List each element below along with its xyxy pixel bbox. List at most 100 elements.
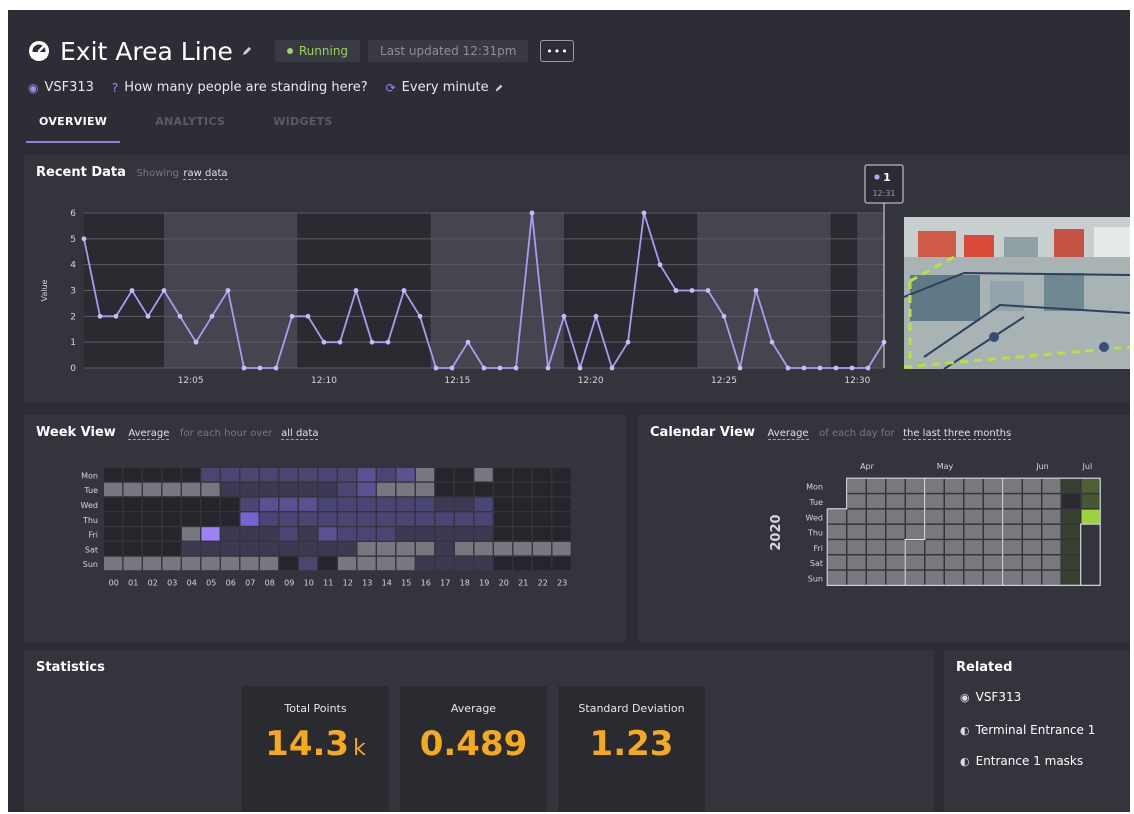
heatmap-cell bbox=[552, 512, 571, 526]
hour-label: 16 bbox=[421, 579, 431, 588]
calendar-day-cell bbox=[867, 479, 885, 493]
heatmap-cell bbox=[279, 556, 298, 571]
dashboard: Exit Area Line Running Last updated 12:3… bbox=[8, 10, 1130, 812]
calendar-day-cell bbox=[906, 509, 924, 524]
data-point bbox=[481, 365, 487, 371]
tab-analytics[interactable]: ANALYTICS bbox=[142, 110, 238, 143]
tooltip-time: 12:31 bbox=[872, 189, 895, 198]
heatmap-cell bbox=[143, 512, 162, 526]
heatmap-cell bbox=[299, 482, 318, 497]
total-points-unit: k bbox=[353, 736, 366, 761]
weekday-label: Sun bbox=[808, 574, 823, 583]
calendar-day-cell bbox=[867, 509, 885, 524]
frequency-link[interactable]: ⟳ Every minute bbox=[386, 80, 504, 95]
hour-label: 17 bbox=[440, 579, 450, 588]
heatmap-cell bbox=[338, 556, 357, 571]
heatmap-cell bbox=[494, 527, 513, 541]
heatmap-cell bbox=[455, 512, 474, 526]
edit-frequency-pencil-icon[interactable] bbox=[494, 83, 504, 93]
calendar-day-cell bbox=[1003, 494, 1022, 509]
sensor-link[interactable]: ◉ VSF313 bbox=[28, 80, 94, 95]
tab-widgets[interactable]: WIDGETS bbox=[260, 110, 345, 143]
calendar-day-cell bbox=[1042, 479, 1061, 493]
weekday-label: Tue bbox=[83, 486, 98, 495]
heatmap-cell bbox=[377, 482, 396, 497]
heatmap-cell bbox=[123, 497, 142, 511]
heatmap-cell bbox=[318, 512, 337, 526]
hour-label: 22 bbox=[538, 579, 548, 588]
heatmap-cell bbox=[182, 468, 201, 482]
heatmap-cell bbox=[260, 527, 279, 541]
calendar-day-cell bbox=[925, 570, 944, 585]
calendar-day-cell bbox=[1042, 524, 1061, 539]
heatmap-cell bbox=[552, 542, 571, 556]
calendar-day-cell bbox=[945, 524, 963, 539]
data-point bbox=[865, 365, 871, 371]
calendar-day-cell bbox=[925, 494, 944, 509]
y-axis-label: Value bbox=[40, 279, 49, 301]
heatmap-cell bbox=[513, 482, 532, 497]
heatmap-cell bbox=[357, 482, 376, 497]
heatmap-cell bbox=[494, 497, 513, 511]
heatmap-cell bbox=[513, 468, 532, 482]
statistics-title: Statistics bbox=[36, 660, 105, 675]
heatmap-cell bbox=[260, 468, 279, 482]
related-item-terminal-entrance[interactable]: ◐ Terminal Entrance 1 bbox=[960, 723, 1095, 737]
heatmap-cell bbox=[533, 468, 552, 482]
total-points-number: 14.3 bbox=[265, 724, 350, 764]
heatmap-cell bbox=[318, 468, 337, 482]
heatmap-cell bbox=[201, 497, 220, 511]
edit-title-pencil-icon[interactable] bbox=[241, 45, 253, 57]
calendar-day-cell bbox=[847, 524, 866, 539]
hour-label: 02 bbox=[148, 579, 158, 588]
calendar-day-cell bbox=[925, 540, 944, 554]
tab-overview[interactable]: OVERVIEW bbox=[26, 110, 121, 143]
hour-label: 12 bbox=[343, 579, 353, 588]
calendar-day-cell bbox=[906, 555, 924, 570]
heatmap-cell bbox=[143, 556, 162, 571]
question-link[interactable]: ? How many people are standing here? bbox=[112, 80, 368, 95]
hour-label: 06 bbox=[226, 579, 236, 588]
y-tick-label: 2 bbox=[70, 312, 76, 322]
weekday-label: Fri bbox=[88, 531, 98, 540]
calendar-day-cell bbox=[906, 479, 924, 493]
heatmap-cell bbox=[455, 556, 474, 571]
heatmap-cell bbox=[377, 512, 396, 526]
data-point bbox=[513, 365, 519, 371]
heatmap-cell bbox=[416, 512, 435, 526]
hour-label: 01 bbox=[128, 579, 138, 588]
hour-label: 10 bbox=[304, 579, 314, 588]
heatmap-cell bbox=[435, 542, 454, 556]
heatmap-cell bbox=[338, 482, 357, 497]
heatmap-cell bbox=[552, 497, 571, 511]
heatmap-cell bbox=[552, 527, 571, 541]
calendar-day-cell bbox=[1062, 479, 1080, 493]
camera-snapshot[interactable] bbox=[904, 217, 1130, 369]
heatmap-cell bbox=[318, 482, 337, 497]
gauge-icon: ◐ bbox=[960, 723, 970, 737]
sensor-icon: ◉ bbox=[28, 80, 39, 95]
hour-label: 11 bbox=[323, 579, 333, 588]
calendar-day-cell bbox=[1023, 555, 1041, 570]
hour-label: 03 bbox=[167, 579, 177, 588]
heatmap-cell bbox=[123, 482, 142, 497]
heatmap-cell bbox=[357, 556, 376, 571]
related-item-vsf313[interactable]: ◉ VSF313 bbox=[960, 690, 1021, 704]
heatmap-cell bbox=[396, 512, 415, 526]
related-item-entrance-masks[interactable]: ◐ Entrance 1 masks bbox=[960, 754, 1083, 768]
related-panel: Related ◉ VSF313 ◐ Terminal Entrance 1 ◐… bbox=[944, 650, 1130, 812]
camera-image bbox=[904, 217, 1130, 369]
heatmap-cell bbox=[240, 527, 259, 541]
weekday-label: Mon bbox=[806, 483, 823, 492]
more-options-button[interactable]: ••• bbox=[540, 40, 575, 62]
data-point bbox=[497, 365, 503, 371]
tooltip-dot bbox=[874, 174, 880, 180]
heatmap-cell bbox=[533, 497, 552, 511]
calendar-day-cell bbox=[964, 555, 983, 570]
heatmap-cell bbox=[201, 556, 220, 571]
calendar-view-panel: Calendar View Average of each day for th… bbox=[638, 415, 1130, 642]
data-point bbox=[289, 313, 295, 319]
heatmap-cell bbox=[182, 527, 201, 541]
calendar-day-cell bbox=[867, 570, 885, 585]
heatmap-cell bbox=[182, 512, 201, 526]
